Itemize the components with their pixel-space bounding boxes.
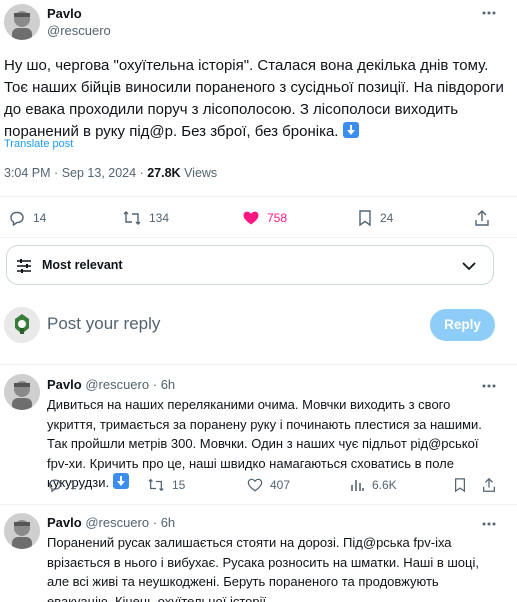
- meta-separator-2: ·: [139, 166, 144, 180]
- reply-icon: [8, 209, 26, 227]
- like-action[interactable]: 758: [242, 209, 287, 227]
- reply-separator: ·: [152, 515, 158, 530]
- author-name[interactable]: Pavlo: [47, 6, 82, 21]
- heart-icon: [247, 477, 263, 493]
- heart-filled-icon: [242, 209, 260, 227]
- share-icon: [473, 209, 491, 227]
- reply-action[interactable]: 1: [47, 477, 77, 493]
- views-count: 6.6K: [372, 478, 397, 492]
- post-text-body: Ну шо, чергова "охуїтельна історія". Ста…: [4, 57, 504, 140]
- post-meta: 3:04 PM · Sep 13, 2024 · 27.8K Views: [4, 166, 217, 180]
- author-handle[interactable]: @rescuero: [47, 23, 111, 38]
- like-count: 758: [267, 211, 288, 225]
- reply-header: Pavlo @rescuero · 6h: [47, 515, 175, 530]
- down-arrow-emoji-icon: [342, 122, 359, 138]
- reply-time[interactable]: 6h: [161, 377, 175, 392]
- reply-icon: [47, 477, 63, 493]
- reply-button[interactable]: Reply: [430, 309, 495, 341]
- translate-link[interactable]: Translate post: [4, 138, 73, 150]
- current-user-avatar[interactable]: [4, 307, 40, 343]
- post-text: Ну шо, чергова "охуїтельна історія". Ста…: [4, 55, 512, 143]
- author-avatar[interactable]: [4, 4, 40, 40]
- bookmark-count: 24: [380, 211, 394, 225]
- like-action[interactable]: 407: [247, 477, 290, 493]
- repost-action[interactable]: 15: [147, 477, 185, 493]
- divider: [0, 237, 517, 238]
- reply-author-handle[interactable]: @rescuero: [85, 515, 149, 530]
- repost-count: 134: [149, 211, 170, 225]
- share-action[interactable]: [481, 477, 497, 493]
- meta-separator: ·: [54, 166, 59, 180]
- reply-author-handle[interactable]: @rescuero: [85, 377, 149, 392]
- post-date[interactable]: Sep 13, 2024: [62, 166, 136, 180]
- repost-action[interactable]: 134: [122, 209, 169, 227]
- share-action[interactable]: [473, 209, 491, 227]
- analytics-icon: [349, 477, 365, 493]
- share-icon: [481, 477, 497, 493]
- reply-count: 1: [70, 478, 77, 492]
- sliders-icon: [15, 257, 33, 275]
- reply-author-avatar[interactable]: [4, 374, 40, 410]
- reply-author-name[interactable]: Pavlo: [47, 377, 82, 392]
- views-count: 27.8K: [147, 166, 181, 180]
- repost-icon: [147, 477, 165, 493]
- divider: [0, 196, 517, 197]
- post-time[interactable]: 3:04 PM: [4, 166, 51, 180]
- reply-author-name[interactable]: Pavlo: [47, 515, 82, 530]
- bookmark-action[interactable]: [453, 477, 467, 493]
- bookmark-icon: [453, 477, 467, 493]
- views-label: Views: [184, 166, 218, 180]
- reply-count: 14: [33, 211, 47, 225]
- more-options-icon[interactable]: [481, 5, 497, 21]
- sort-dropdown[interactable]: Most relevant: [6, 245, 494, 285]
- reply-separator: ·: [152, 377, 158, 392]
- sort-label: Most relevant: [42, 258, 123, 272]
- repost-icon: [122, 209, 142, 227]
- bookmark-icon: [357, 209, 373, 227]
- reply-action[interactable]: 14: [8, 209, 46, 227]
- more-options-icon[interactable]: [481, 378, 497, 394]
- more-options-icon[interactable]: [481, 516, 497, 532]
- bookmark-action[interactable]: 24: [357, 209, 393, 227]
- like-count: 407: [270, 478, 291, 492]
- reply-author-avatar[interactable]: [4, 513, 40, 549]
- divider: [0, 504, 517, 505]
- divider: [0, 364, 517, 365]
- repost-count: 15: [172, 478, 186, 492]
- reply-header: Pavlo @rescuero · 6h: [47, 377, 175, 392]
- chevron-down-icon: [460, 257, 478, 275]
- views-action[interactable]: 6.6K: [349, 477, 397, 493]
- down-arrow-emoji-icon: [112, 473, 129, 489]
- reply-time[interactable]: 6h: [161, 515, 175, 530]
- reply-text: Поранений русак залишається стояти на до…: [47, 535, 479, 602]
- reply-input[interactable]: Post your reply: [47, 314, 417, 334]
